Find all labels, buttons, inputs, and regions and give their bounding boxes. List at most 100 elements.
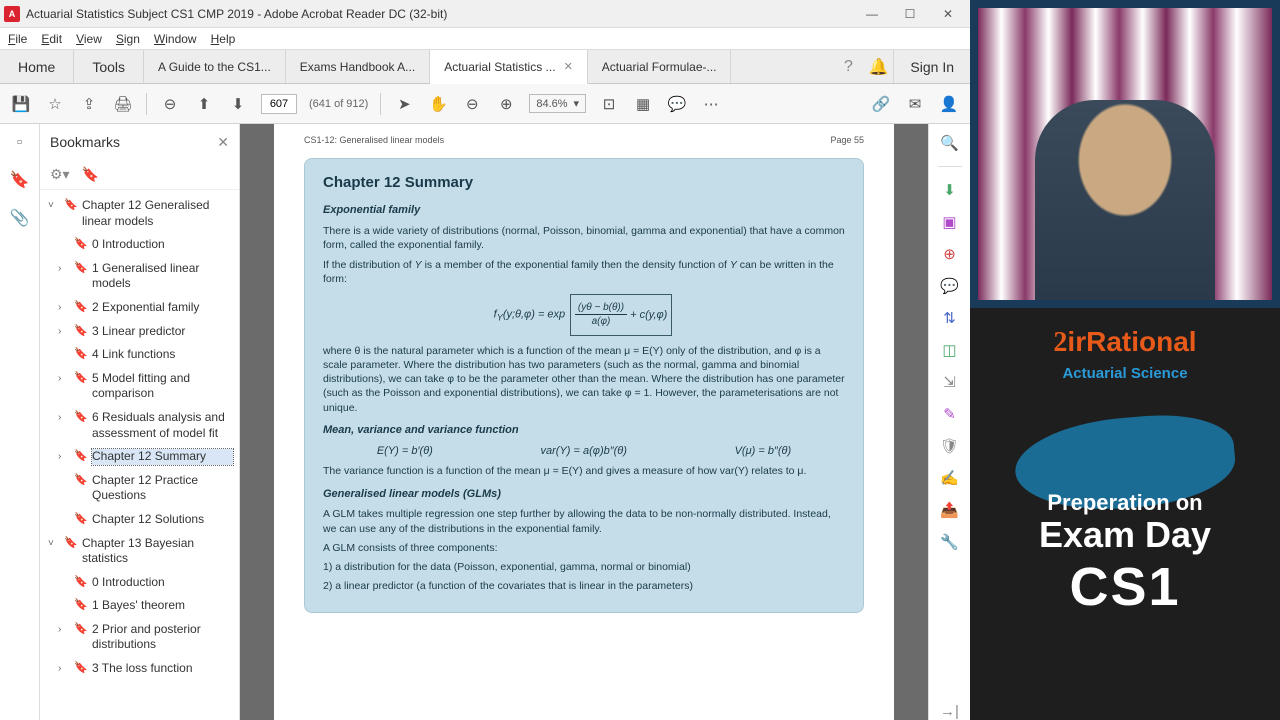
fit-width-icon[interactable]: ⊡ bbox=[598, 93, 620, 115]
bookmarks-icon[interactable]: 🔖 bbox=[10, 170, 30, 190]
bookmarks-tree[interactable]: ˅🔖Chapter 12 Generalised linear models🔖0… bbox=[40, 190, 239, 720]
collapse-rail-icon[interactable]: →| bbox=[940, 703, 959, 720]
print-icon[interactable]: 🖨 bbox=[112, 93, 134, 115]
bm-new-icon[interactable]: 🔖 bbox=[82, 166, 99, 183]
page-header-left: CS1-12: Generalised linear models bbox=[304, 134, 444, 146]
page-input[interactable] bbox=[261, 94, 297, 114]
help-icon[interactable]: ? bbox=[833, 50, 863, 83]
glm-comp-2: 2) a linear predictor (a function of the… bbox=[323, 579, 845, 593]
bookmark-item[interactable]: 🔖4 Link functions bbox=[44, 343, 237, 367]
maximize-button[interactable]: ☐ bbox=[892, 2, 928, 26]
doctab-guide[interactable]: A Guide to the CS1... bbox=[144, 50, 286, 83]
bookmark-item[interactable]: ›🔖2 Prior and posterior distributions bbox=[44, 618, 237, 657]
doctab-handbook[interactable]: Exams Handbook A... bbox=[286, 50, 430, 83]
comment-tool-icon[interactable]: 💬 bbox=[940, 277, 959, 295]
bookmark-item[interactable]: 🔖0 Introduction bbox=[44, 571, 237, 595]
menu-help[interactable]: Help bbox=[211, 32, 236, 46]
window-title: Actuarial Statistics Subject CS1 CMP 201… bbox=[26, 7, 854, 21]
send-icon[interactable]: 📤 bbox=[940, 501, 959, 519]
bookmark-item[interactable]: ›🔖2 Exponential family bbox=[44, 296, 237, 320]
bookmark-item[interactable]: 🔖0 Introduction bbox=[44, 233, 237, 257]
star-icon[interactable]: ☆ bbox=[44, 93, 66, 115]
bookmark-item[interactable]: 🔖Chapter 12 Practice Questions bbox=[44, 469, 237, 508]
page-down-icon[interactable]: ⬇ bbox=[227, 93, 249, 115]
bm-options-icon[interactable]: ⚙▾ bbox=[50, 166, 70, 183]
splash-line3: CS1 bbox=[1069, 556, 1180, 618]
bookmarks-panel: Bookmarks ✕ ⚙▾ 🔖 ˅🔖Chapter 12 Generalise… bbox=[40, 124, 240, 720]
tab-home[interactable]: Home bbox=[0, 50, 74, 83]
compress-icon[interactable]: ⇲ bbox=[943, 373, 956, 391]
doctab-formulae[interactable]: Actuarial Formulae-... bbox=[588, 50, 732, 83]
density-formula: fY(y;θ,φ) = exp (yθ − b(θ))a(φ) + c(y,φ) bbox=[323, 294, 845, 336]
bookmark-item[interactable]: ›🔖Chapter 12 Summary bbox=[44, 445, 237, 469]
close-tab-icon[interactable]: ✕ bbox=[564, 60, 573, 73]
hand-tool-icon[interactable]: ✋ bbox=[427, 93, 449, 115]
fill-sign-icon[interactable]: ✍ bbox=[940, 469, 959, 487]
bookmark-item[interactable]: ›🔖6 Residuals analysis and assessment of… bbox=[44, 406, 237, 445]
page-header-right: Page 55 bbox=[830, 134, 864, 146]
thumbnails-icon[interactable]: ▫ bbox=[17, 134, 23, 152]
search-tool-icon[interactable]: 🔍 bbox=[940, 134, 959, 152]
tab-tools[interactable]: Tools bbox=[74, 50, 144, 83]
email-icon[interactable]: ✉ bbox=[904, 93, 926, 115]
read-mode-icon[interactable]: ▦ bbox=[632, 93, 654, 115]
zoom-minus-icon[interactable]: ⊖ bbox=[461, 93, 483, 115]
glm-p2: A GLM consists of three components: bbox=[323, 541, 845, 555]
exp-family-p3: where θ is the natural parameter which i… bbox=[323, 344, 845, 415]
attachments-icon[interactable]: 📎 bbox=[10, 208, 30, 228]
close-panel-icon[interactable]: ✕ bbox=[217, 134, 229, 151]
mean-var-heading: Mean, variance and variance function bbox=[323, 423, 845, 438]
close-button[interactable]: ✕ bbox=[930, 2, 966, 26]
bookmark-item[interactable]: ˅🔖Chapter 13 Bayesian statistics bbox=[44, 532, 237, 571]
zoom-dropdown[interactable]: 84.6%▾ bbox=[529, 94, 586, 113]
export-pdf-icon[interactable]: ⬇ bbox=[943, 181, 956, 199]
protect-icon[interactable]: 🛡 bbox=[940, 437, 959, 455]
cloud-upload-icon[interactable]: ⇪ bbox=[78, 93, 100, 115]
share-link-icon[interactable]: 🔗 bbox=[870, 93, 892, 115]
webcam-feed bbox=[970, 0, 1280, 308]
organize-icon[interactable]: ⇅ bbox=[943, 309, 956, 327]
menu-view[interactable]: View bbox=[76, 32, 102, 46]
bookmark-item[interactable]: 🔖1 Bayes' theorem bbox=[44, 594, 237, 618]
bookmark-item[interactable]: ›🔖1 Generalised linear models bbox=[44, 257, 237, 296]
bookmark-item[interactable]: ›🔖3 The loss function bbox=[44, 657, 237, 681]
redact-icon[interactable]: ✎ bbox=[943, 405, 956, 423]
signin-button[interactable]: Sign In bbox=[893, 50, 970, 83]
brand-logo: 2irRational Actuarial Science bbox=[970, 308, 1280, 388]
bookmark-item[interactable]: ˅🔖Chapter 12 Generalised linear models bbox=[44, 194, 237, 233]
left-rail: ▫ 🔖 📎 bbox=[0, 124, 40, 720]
tabbar: Home Tools A Guide to the CS1... Exams H… bbox=[0, 50, 970, 84]
add-person-icon[interactable]: 👤 bbox=[938, 93, 960, 115]
save-icon[interactable]: 💾 bbox=[10, 93, 32, 115]
glm-p1: A GLM takes multiple regression one step… bbox=[323, 507, 845, 535]
bookmark-item[interactable]: ›🔖3 Linear predictor bbox=[44, 320, 237, 344]
bell-icon[interactable]: 🔔 bbox=[863, 50, 893, 83]
doctab-actuarial-stats[interactable]: Actuarial Statistics ...✕ bbox=[430, 50, 588, 84]
select-arrow-icon[interactable]: ➤ bbox=[393, 93, 415, 115]
comment-icon[interactable]: 💬 bbox=[666, 93, 688, 115]
more-icon[interactable]: ⋯ bbox=[700, 93, 722, 115]
zoom-out-icon[interactable]: ⊖ bbox=[159, 93, 181, 115]
glm-comp-1: 1) a distribution for the data (Poisson,… bbox=[323, 560, 845, 574]
create-pdf-icon[interactable]: ⊕ bbox=[943, 245, 956, 263]
var-function-text: The variance function is a function of t… bbox=[323, 464, 845, 478]
combine-icon[interactable]: ◫ bbox=[942, 341, 956, 359]
edit-pdf-icon[interactable]: ▣ bbox=[942, 213, 956, 231]
bookmarks-title: Bookmarks bbox=[50, 134, 120, 150]
mean-var-formulas: E(Y) = b′(θ)var(Y) = a(φ)b″(θ)V(μ) = b″(… bbox=[323, 444, 845, 459]
menu-window[interactable]: Window bbox=[154, 32, 197, 46]
bookmark-item[interactable]: ›🔖5 Model fitting and comparison bbox=[44, 367, 237, 406]
chapter-summary-heading: Chapter 12 Summary bbox=[323, 173, 845, 193]
titlebar: A Actuarial Statistics Subject CS1 CMP 2… bbox=[0, 0, 970, 28]
menu-edit[interactable]: Edit bbox=[41, 32, 62, 46]
document-area[interactable]: CS1-12: Generalised linear models Page 5… bbox=[240, 124, 928, 720]
zoom-plus-icon[interactable]: ⊕ bbox=[495, 93, 517, 115]
menu-file[interactable]: File bbox=[8, 32, 27, 46]
more-tools-icon[interactable]: 🔧 bbox=[940, 533, 959, 551]
page-up-icon[interactable]: ⬆ bbox=[193, 93, 215, 115]
menubar: File Edit View Sign Window Help bbox=[0, 28, 970, 50]
minimize-button[interactable]: — bbox=[854, 2, 890, 26]
menu-sign[interactable]: Sign bbox=[116, 32, 140, 46]
bookmark-item[interactable]: 🔖Chapter 12 Solutions bbox=[44, 508, 237, 532]
exp-family-heading: Exponential family bbox=[323, 203, 845, 218]
